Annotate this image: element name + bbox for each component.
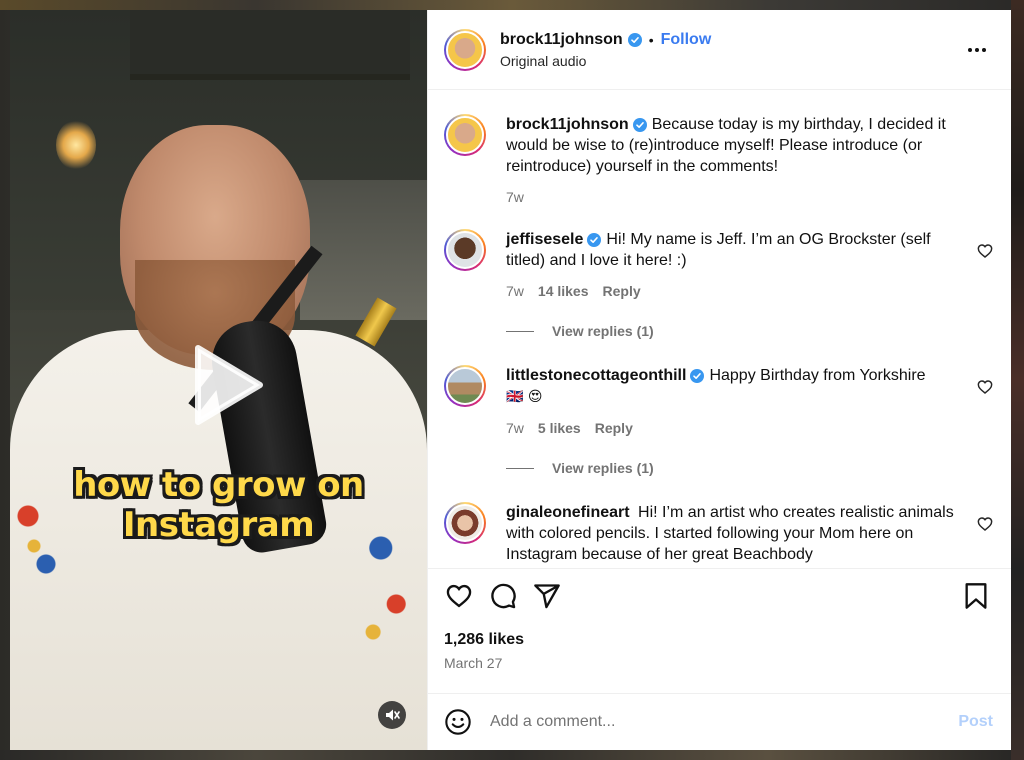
like-comment-icon[interactable] xyxy=(977,243,993,259)
action-icons xyxy=(444,581,995,611)
post-button[interactable]: Post xyxy=(958,713,993,731)
reply-button[interactable]: Reply xyxy=(595,420,633,436)
comment-text: jeffisesele Hi! My name is Jeff. I’m an O… xyxy=(506,229,966,271)
reel-video[interactable]: how to grow on Instagram xyxy=(10,10,427,750)
reply-button[interactable]: Reply xyxy=(603,283,641,299)
comment-text: brock11johnson Because today is my birthd… xyxy=(506,114,966,177)
comment-meta: 7w 14 likes Reply xyxy=(506,283,966,299)
verified-icon xyxy=(632,117,647,132)
comment-composer: Post xyxy=(428,693,1011,750)
avatar[interactable] xyxy=(444,365,486,407)
comment-likes[interactable]: 5 likes xyxy=(538,420,581,436)
mute-button[interactable] xyxy=(378,701,406,729)
comment-emojis: 🇬🇧 😍 xyxy=(506,389,543,405)
likes-count[interactable]: 1,286 likes xyxy=(444,631,995,649)
emoji-icon[interactable] xyxy=(444,708,472,736)
like-comment-icon[interactable] xyxy=(977,379,993,395)
video-caption-line: how to grow on xyxy=(73,465,364,505)
comment-likes[interactable]: 14 likes xyxy=(538,283,589,299)
verified-icon xyxy=(690,368,705,383)
view-replies-button[interactable]: View replies (1) xyxy=(506,323,995,339)
muted-speaker-icon xyxy=(386,709,400,721)
video-window xyxy=(300,180,427,320)
background-strip xyxy=(1011,0,1024,760)
avatar-image xyxy=(446,231,484,269)
comment-username[interactable]: littlestonecottageonthill xyxy=(506,367,686,384)
video-caption-line: Instagram xyxy=(122,505,315,545)
view-replies-label: View replies (1) xyxy=(552,460,654,476)
avatar-image xyxy=(446,30,484,69)
comment-content: Happy Birthday from Yorkshire xyxy=(709,367,926,384)
play-icon[interactable] xyxy=(188,340,268,430)
comment-body: littlestonecottageonthill Happy Birthday … xyxy=(506,365,966,436)
comment-item: littlestonecottageonthill Happy Birthday … xyxy=(444,365,995,436)
comment-body: ginaleonefineart Hi! I’m an artist who c… xyxy=(506,502,966,565)
comment-icon[interactable] xyxy=(488,581,518,611)
share-icon[interactable] xyxy=(532,581,562,611)
post-date[interactable]: March 27 xyxy=(444,655,995,671)
comment-item: ginaleonefineart Hi! I’m an artist who c… xyxy=(444,502,995,565)
comment-time[interactable]: 7w xyxy=(506,189,524,205)
replies-divider xyxy=(506,467,534,469)
replies-divider xyxy=(506,330,534,332)
like-icon[interactable] xyxy=(444,581,474,611)
save-icon[interactable] xyxy=(961,581,991,611)
comment-body: brock11johnson Because today is my birthd… xyxy=(506,114,966,205)
video-shelf xyxy=(130,10,410,80)
author-username[interactable]: brock11johnson xyxy=(500,31,623,49)
avatar-image xyxy=(446,504,484,542)
avatar[interactable] xyxy=(444,502,486,544)
video-lamp xyxy=(56,120,96,170)
avatar[interactable] xyxy=(444,28,486,71)
comment-time[interactable]: 7w xyxy=(506,283,524,299)
more-options-icon[interactable] xyxy=(965,38,989,62)
avatar-image xyxy=(446,116,484,154)
verified-icon xyxy=(587,232,602,247)
avatar[interactable] xyxy=(444,114,486,156)
comment-username[interactable]: ginaleonefineart xyxy=(506,504,630,521)
comment-username[interactable]: brock11johnson xyxy=(506,116,629,133)
comment-time[interactable]: 7w xyxy=(506,420,524,436)
comment-meta: 7w 5 likes Reply xyxy=(506,420,966,436)
separator-dot: • xyxy=(648,31,654,48)
comment-item: jeffisesele Hi! My name is Jeff. I’m an O… xyxy=(444,229,995,299)
avatar[interactable] xyxy=(444,229,486,271)
post-modal: how to grow on Instagram brock11johnson xyxy=(10,10,1011,750)
background-strip xyxy=(0,750,1024,760)
post-caption: brock11johnson Because today is my birthd… xyxy=(444,114,995,205)
view-replies-label: View replies (1) xyxy=(552,323,654,339)
comments-list[interactable]: brock11johnson Because today is my birthd… xyxy=(428,90,1011,568)
comment-text: ginaleonefineart Hi! I’m an artist who c… xyxy=(506,502,966,565)
comment-meta: 7w xyxy=(506,189,966,205)
verified-icon xyxy=(627,32,642,47)
author-row: brock11johnson • Follow xyxy=(500,31,711,49)
like-comment-icon[interactable] xyxy=(977,516,993,532)
background-strip xyxy=(0,0,1024,10)
post-panel: brock11johnson • Follow Original audio b… xyxy=(427,10,1011,750)
view-replies-button[interactable]: View replies (1) xyxy=(506,460,995,476)
post-actions: 1,286 likes March 27 xyxy=(428,568,1011,693)
comment-text: littlestonecottageonthill Happy Birthday … xyxy=(506,365,966,408)
audio-link[interactable]: Original audio xyxy=(500,53,711,69)
follow-button[interactable]: Follow xyxy=(661,31,712,49)
avatar-image xyxy=(446,367,484,405)
author-meta: brock11johnson • Follow Original audio xyxy=(500,31,711,69)
post-header: brock11johnson • Follow Original audio xyxy=(428,10,1011,90)
video-caption: how to grow on Instagram xyxy=(10,465,427,545)
comment-body: jeffisesele Hi! My name is Jeff. I’m an O… xyxy=(506,229,966,299)
comment-username[interactable]: jeffisesele xyxy=(506,231,583,248)
comment-input[interactable] xyxy=(490,713,959,731)
